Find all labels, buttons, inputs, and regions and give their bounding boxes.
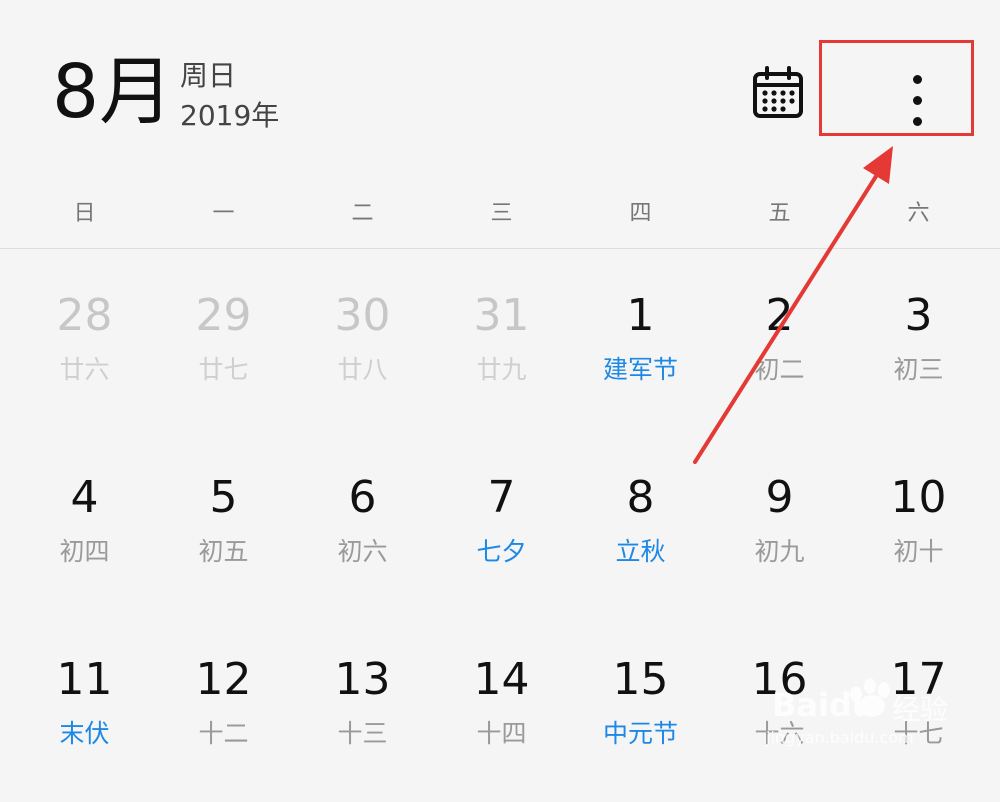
lunar-date-label: 十四: [476, 719, 527, 748]
weekday-label: 三: [490, 201, 513, 226]
day-cell[interactable]: 31 廿九: [432, 288, 571, 438]
month-title[interactable]: 8月: [52, 50, 173, 134]
day-number: 6: [348, 472, 377, 523]
lunar-date-label: 廿九: [476, 355, 527, 384]
watermark-brand-cn: 经验: [892, 693, 949, 726]
day-number: 9: [765, 472, 794, 523]
day-cell[interactable]: 9 初九: [710, 470, 849, 620]
day-cell[interactable]: 28 廿六: [15, 288, 154, 438]
weekday-label: 日: [73, 201, 96, 226]
day-cell[interactable]: 15 中元节: [571, 652, 710, 802]
weekday-header-row: 日一二三四五六: [0, 190, 1000, 238]
lunar-date-label: 初六: [337, 537, 388, 566]
day-cell[interactable]: 7 七夕: [432, 470, 571, 620]
day-number: 5: [209, 472, 238, 523]
year-label: 2019年: [180, 99, 280, 132]
day-cell[interactable]: 6 初六: [293, 470, 432, 620]
weekday-label: 周日: [180, 59, 237, 92]
watermark-brand: Baidu: [772, 686, 875, 724]
lunar-date-label: 初二: [754, 355, 805, 384]
day-cell[interactable]: 12 十二: [154, 652, 293, 802]
lunar-date-label: 廿六: [59, 355, 110, 384]
day-number: 8: [626, 472, 655, 523]
lunar-date-label: 初五: [198, 537, 249, 566]
day-number: 12: [195, 654, 252, 705]
day-cell[interactable]: 4 初四: [15, 470, 154, 620]
lunar-date-label: 初十: [893, 537, 944, 566]
weekday-label: 一: [212, 201, 235, 226]
festival-label: 七夕: [476, 537, 527, 566]
today-calendar-button[interactable]: [752, 66, 806, 120]
calendar-header: 8月 周日 2019年: [0, 0, 1000, 180]
calendar-icon: [753, 66, 803, 118]
day-number: 28: [56, 290, 113, 341]
more-options-button[interactable]: [880, 60, 960, 140]
lunar-date-label: 初三: [893, 355, 944, 384]
day-cell[interactable]: 2 初二: [710, 288, 849, 438]
weekday-label: 二: [351, 201, 374, 226]
festival-label: 建军节: [602, 355, 678, 384]
day-number: 14: [473, 654, 530, 705]
day-number: 3: [904, 290, 933, 341]
day-number: 11: [56, 654, 113, 705]
date-subtitle: 周日 2019年: [180, 56, 279, 136]
festival-label: 中元节: [602, 719, 678, 748]
day-number: 13: [334, 654, 391, 705]
day-cell[interactable]: 3 初三: [849, 288, 988, 438]
day-cell[interactable]: 29 廿七: [154, 288, 293, 438]
day-cell[interactable]: 1 建军节: [571, 288, 710, 438]
weekday-label: 四: [629, 201, 652, 226]
lunar-date-label: 十二: [198, 719, 249, 748]
watermark-logo: Baidu 经验 jingyan.baidu.com: [760, 660, 1000, 772]
day-number: 31: [473, 290, 530, 341]
day-cell[interactable]: 10 初十: [849, 470, 988, 620]
day-number: 7: [487, 472, 516, 523]
day-cell[interactable]: 14 十四: [432, 652, 571, 802]
lunar-date-label: 廿八: [337, 355, 388, 384]
day-cell[interactable]: 11 末伏: [15, 652, 154, 802]
day-cell[interactable]: 5 初五: [154, 470, 293, 620]
festival-label: 立秋: [615, 537, 666, 566]
day-cell[interactable]: 13 十三: [293, 652, 432, 802]
weekday-label: 五: [768, 201, 791, 226]
watermark-url: jingyan.baidu.com: [766, 728, 914, 747]
weekday-label: 六: [907, 201, 930, 226]
day-cell[interactable]: 8 立秋: [571, 470, 710, 620]
lunar-date-label: 十三: [337, 719, 388, 748]
day-number: 15: [612, 654, 669, 705]
day-number: 4: [70, 472, 99, 523]
day-number: 2: [765, 290, 794, 341]
header-divider: [0, 248, 1000, 249]
lunar-date-label: 初九: [754, 537, 805, 566]
day-number: 30: [334, 290, 391, 341]
festival-label: 末伏: [59, 719, 110, 748]
day-cell[interactable]: 30 廿八: [293, 288, 432, 438]
day-number: 29: [195, 290, 252, 341]
day-number: 1: [626, 290, 655, 341]
day-number: 10: [890, 472, 947, 523]
lunar-date-label: 初四: [59, 537, 110, 566]
lunar-date-label: 廿七: [198, 355, 249, 384]
